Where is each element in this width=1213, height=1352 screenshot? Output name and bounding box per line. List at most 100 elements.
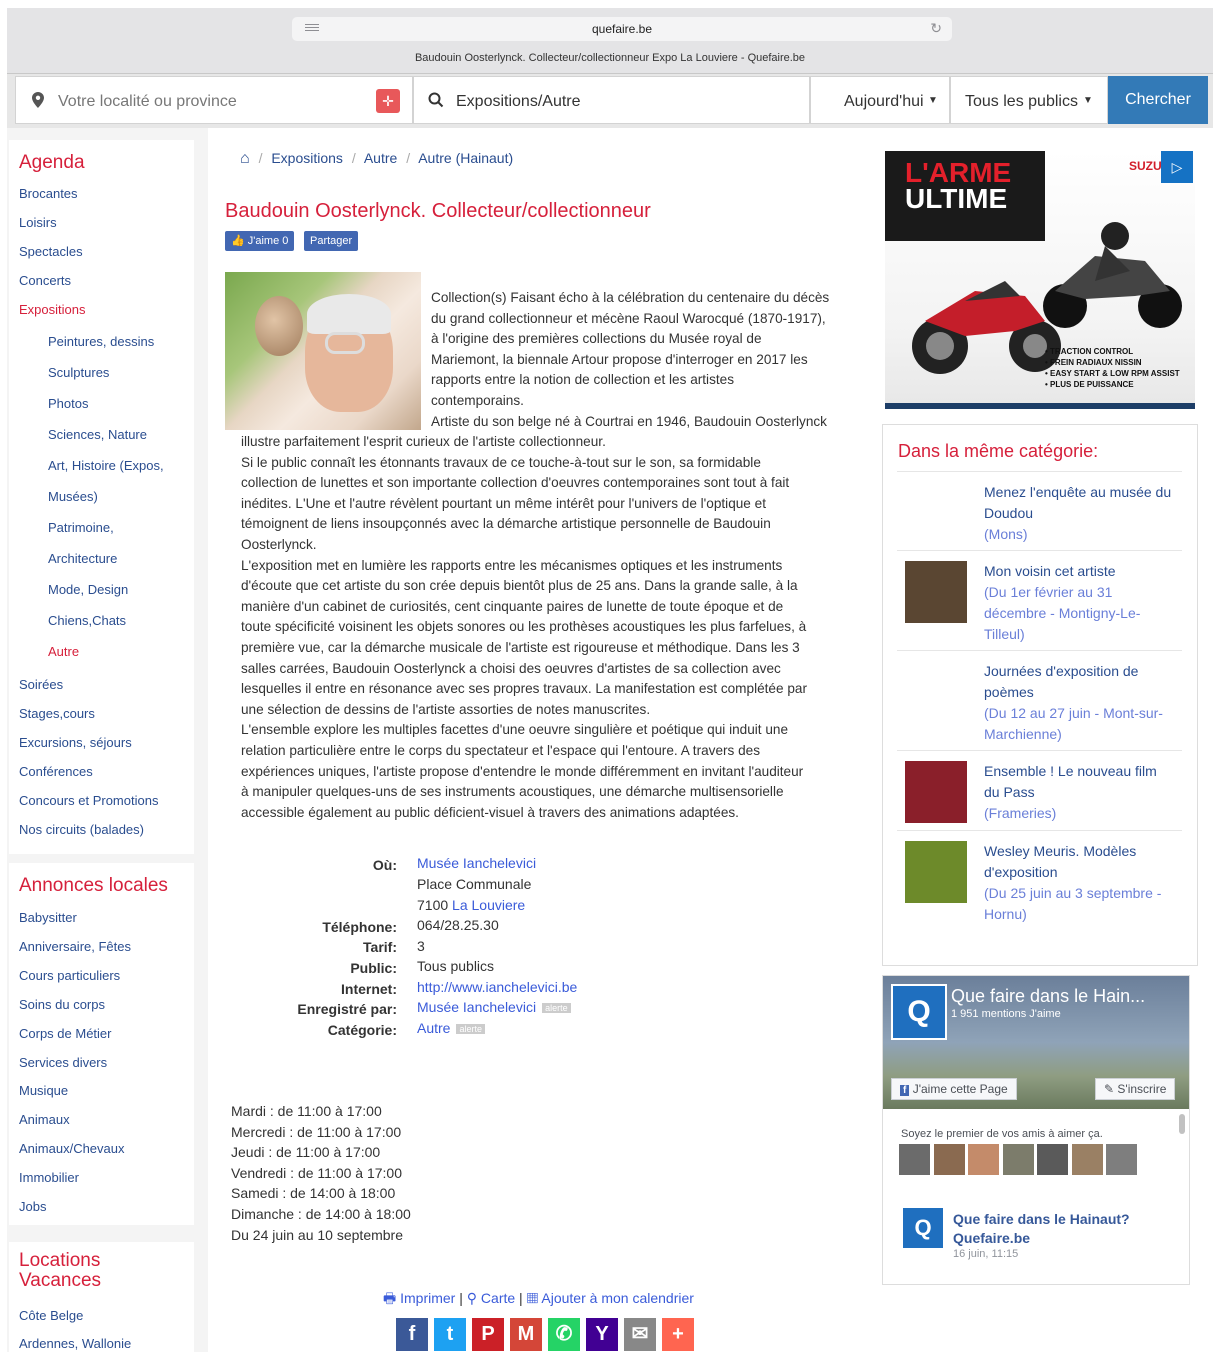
subscribe-button[interactable]: ✎ S'inscrire	[1095, 1078, 1176, 1100]
sidebar-item[interactable]: Art, Histoire (Expos,	[48, 458, 164, 473]
public-select[interactable]: Tous les publics ▼	[950, 76, 1108, 124]
sidebar-item[interactable]: Soirées	[19, 677, 63, 692]
registered-by-link[interactable]: Musée Ianchelevici	[417, 999, 536, 1015]
friend-avatar[interactable]	[1037, 1144, 1068, 1175]
sidebar-item[interactable]: Spectacles	[19, 244, 83, 259]
category-item-text[interactable]: Ensemble ! Le nouveau film du Pass (Frame…	[984, 761, 1174, 824]
quefaire-logo[interactable]: Q	[891, 984, 947, 1040]
friend-avatar[interactable]	[1002, 1144, 1034, 1175]
facebook-share-button[interactable]: Partager	[304, 231, 359, 251]
sidebar-item[interactable]: Corps de Métier	[19, 1026, 111, 1041]
alert-badge[interactable]: alerte	[456, 1024, 485, 1035]
scrollbar[interactable]	[1179, 1114, 1185, 1134]
sidebar-item[interactable]: Excursions, séjours	[19, 735, 132, 750]
sidebar-item[interactable]: Musique	[19, 1083, 68, 1098]
category-item-thumbnail[interactable]	[905, 841, 967, 903]
breadcrumb-autre[interactable]: Autre	[364, 150, 397, 166]
alert-badge[interactable]: alerte	[542, 1003, 571, 1014]
sidebar-item[interactable]: Animaux/Chevaux	[19, 1141, 125, 1156]
whatsapp-share-button[interactable]: ✆	[548, 1318, 580, 1351]
sidebar-item[interactable]: Jobs	[19, 1199, 46, 1214]
sidebar-item[interactable]: Peintures, dessins	[48, 334, 154, 349]
map-pin-icon[interactable]: ⚲	[467, 1290, 477, 1306]
post-author[interactable]: Que faire dans le Hainaut? Quefaire.be	[953, 1210, 1130, 1248]
print-icon[interactable]: 🖶	[383, 1290, 396, 1306]
geolocate-button[interactable]: ✛	[376, 89, 400, 113]
sidebar-item[interactable]: Immobilier	[19, 1170, 79, 1185]
sidebar-item[interactable]: Brocantes	[19, 186, 78, 201]
category-item[interactable]: Mon voisin cet artiste (Du 1er février au…	[897, 550, 1182, 650]
friend-avatar[interactable]	[1071, 1144, 1103, 1175]
gmail-share-button[interactable]: M	[510, 1318, 542, 1351]
sidebar-item[interactable]: Concours et Promotions	[19, 793, 158, 808]
map-link[interactable]: Carte	[481, 1290, 515, 1306]
category-item-thumbnail[interactable]	[905, 561, 967, 623]
category-item-text[interactable]: Journées d'exposition de poèmes (Du 12 au…	[984, 661, 1174, 745]
address-bar[interactable]: quefaire.be ↻	[292, 17, 952, 41]
like-page-button[interactable]: f J'aime cette Page	[891, 1078, 1017, 1100]
category-item[interactable]: Ensemble ! Le nouveau film du Pass (Frame…	[897, 750, 1182, 830]
sidebar-item[interactable]: Babysitter	[19, 910, 77, 925]
venue-link[interactable]: Musée Ianchelevici	[417, 855, 536, 871]
sidebar-item[interactable]: Architecture	[48, 551, 117, 566]
pinterest-share-button[interactable]: P	[472, 1318, 504, 1351]
calendar-icon[interactable]: ▦	[527, 1290, 539, 1306]
sidebar-item[interactable]: Animaux	[19, 1112, 70, 1127]
add-to-calendar-link[interactable]: Ajouter à mon calendrier	[541, 1290, 694, 1306]
facebook-like-button[interactable]: 👍 J'aime 0	[225, 231, 295, 251]
sidebar-item[interactable]: Ardennes, Wallonie	[19, 1336, 131, 1351]
sidebar-item[interactable]: Patrimoine,	[48, 520, 114, 535]
website-link[interactable]: http://www.ianchelevici.be	[417, 979, 577, 995]
category-item-text[interactable]: Wesley Meuris. Modèles d'exposition (Du 2…	[984, 841, 1174, 925]
agenda-title: Agenda	[19, 152, 85, 173]
sidebar-item[interactable]: Nos circuits (balades)	[19, 822, 144, 837]
sidebar-item[interactable]: Loisirs	[19, 215, 57, 230]
sidebar-item[interactable]: Cours particuliers	[19, 968, 120, 983]
sidebar-item[interactable]: Soins du corps	[19, 997, 105, 1012]
sidebar-item[interactable]: Concerts	[19, 273, 71, 288]
category-item[interactable]: Menez l'enquête au musée du Doudou (Mons)	[897, 471, 1182, 550]
breadcrumb-autre-hainaut[interactable]: Autre (Hainaut)	[418, 150, 513, 166]
category-item-text[interactable]: Mon voisin cet artiste (Du 1er février au…	[984, 561, 1174, 645]
home-icon[interactable]: ⌂	[240, 150, 250, 167]
facebook-page-name[interactable]: Que faire dans le Hain...	[951, 986, 1145, 1007]
sidebar-item[interactable]: Photos	[48, 396, 88, 411]
category-item-text[interactable]: Menez l'enquête au musée du Doudou (Mons)	[984, 482, 1174, 545]
sidebar-item[interactable]: Chiens,Chats	[48, 613, 126, 628]
breadcrumb-expositions[interactable]: Expositions	[271, 150, 343, 166]
location-input[interactable]: Votre localité ou province ✛	[15, 76, 413, 124]
more-share-button[interactable]: +	[662, 1318, 694, 1351]
category-item-thumbnail[interactable]	[905, 761, 967, 823]
twitter-share-button[interactable]: t	[434, 1318, 466, 1351]
sidebar-item[interactable]: Expositions	[19, 302, 85, 317]
reload-icon[interactable]: ↻	[930, 20, 942, 37]
category-item[interactable]: Journées d'exposition de poèmes (Du 12 au…	[897, 650, 1182, 750]
print-link[interactable]: Imprimer	[400, 1290, 455, 1306]
friend-avatar[interactable]	[968, 1144, 999, 1175]
friend-avatar[interactable]	[1106, 1144, 1137, 1175]
sidebar-item[interactable]: Sculptures	[48, 365, 109, 380]
sidebar-item[interactable]: Côte Belge	[19, 1308, 83, 1323]
yahoo-share-button[interactable]: Y	[586, 1318, 618, 1351]
sidebar-item[interactable]: Mode, Design	[48, 582, 128, 597]
email-share-button[interactable]: ✉	[624, 1318, 656, 1351]
sidebar-item[interactable]: Conférences	[19, 764, 93, 779]
sidebar-item[interactable]: Services divers	[19, 1055, 107, 1070]
category-item[interactable]: Wesley Meuris. Modèles d'exposition (Du 2…	[897, 830, 1182, 922]
facebook-share-button[interactable]: f	[396, 1318, 428, 1351]
search-button[interactable]: Chercher	[1108, 76, 1208, 124]
date-select[interactable]: Aujourd'hui ▼	[810, 76, 950, 124]
adchoices-icon[interactable]: ▷	[1161, 151, 1193, 183]
what-input[interactable]: Expositions/Autre	[413, 76, 810, 124]
sidebar-item[interactable]: Sciences, Nature	[48, 427, 147, 442]
sidebar-item[interactable]: Anniversaire, Fêtes	[19, 939, 131, 954]
sidebar-item[interactable]: Autre	[48, 644, 79, 659]
friend-avatar[interactable]	[899, 1144, 930, 1175]
sidebar-item[interactable]: Stages,cours	[19, 706, 95, 721]
category-link[interactable]: Autre	[417, 1020, 450, 1036]
advertisement[interactable]: L'ARME ULTIME SUZUKI ▷ • TRACTION CONTRO…	[885, 151, 1195, 409]
city-link[interactable]: La Louviere	[452, 897, 525, 913]
friend-avatar[interactable]	[933, 1144, 965, 1175]
post-avatar[interactable]: Q	[903, 1208, 943, 1248]
sidebar-item[interactable]: Musées)	[48, 489, 98, 504]
